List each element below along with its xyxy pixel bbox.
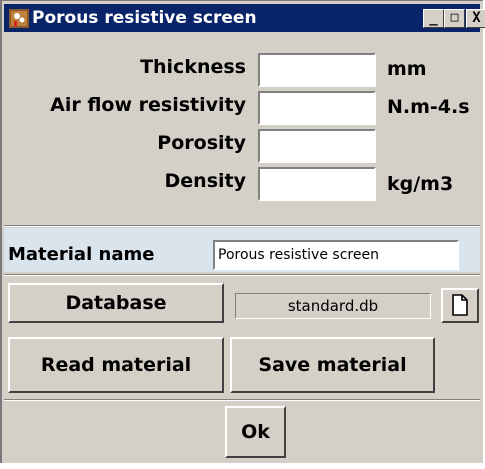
close-button[interactable]: X	[466, 9, 485, 28]
separator	[4, 225, 480, 227]
database-file-display: standard.db	[235, 293, 431, 319]
air-flow-resistivity-input[interactable]	[258, 91, 376, 125]
maximize-button[interactable]: □	[444, 9, 465, 28]
material-name-input[interactable]: Porous resistive screen	[213, 240, 459, 270]
thickness-unit: mm	[387, 58, 427, 80]
ok-button[interactable]: Ok	[225, 406, 286, 458]
porosity-input[interactable]	[258, 129, 376, 163]
air-flow-resistivity-label: Air flow resistivity	[50, 94, 246, 116]
new-file-icon	[452, 294, 468, 316]
save-material-button[interactable]: Save material	[230, 337, 435, 393]
separator	[4, 274, 480, 276]
density-input[interactable]	[258, 167, 376, 201]
thickness-label: Thickness	[140, 56, 246, 78]
database-button[interactable]: Database	[8, 283, 224, 323]
read-material-button[interactable]: Read material	[8, 337, 224, 393]
separator	[4, 399, 480, 401]
window-title: Porous resistive screen	[32, 8, 257, 28]
title-bar[interactable]: Porous resistive screen _ □ X	[4, 4, 485, 32]
app-icon	[9, 9, 29, 28]
new-file-button[interactable]	[441, 288, 479, 323]
air-flow-resistivity-unit: N.m-4.s	[387, 96, 470, 118]
dialog-window: Porous resistive screen _ □ X Thickness …	[0, 0, 485, 463]
minimize-button[interactable]: _	[423, 9, 444, 28]
material-name-label: Material name	[8, 244, 155, 265]
thickness-input[interactable]	[258, 53, 376, 87]
porosity-label: Porosity	[157, 132, 246, 154]
density-unit: kg/m3	[387, 173, 454, 195]
density-label: Density	[164, 170, 246, 192]
